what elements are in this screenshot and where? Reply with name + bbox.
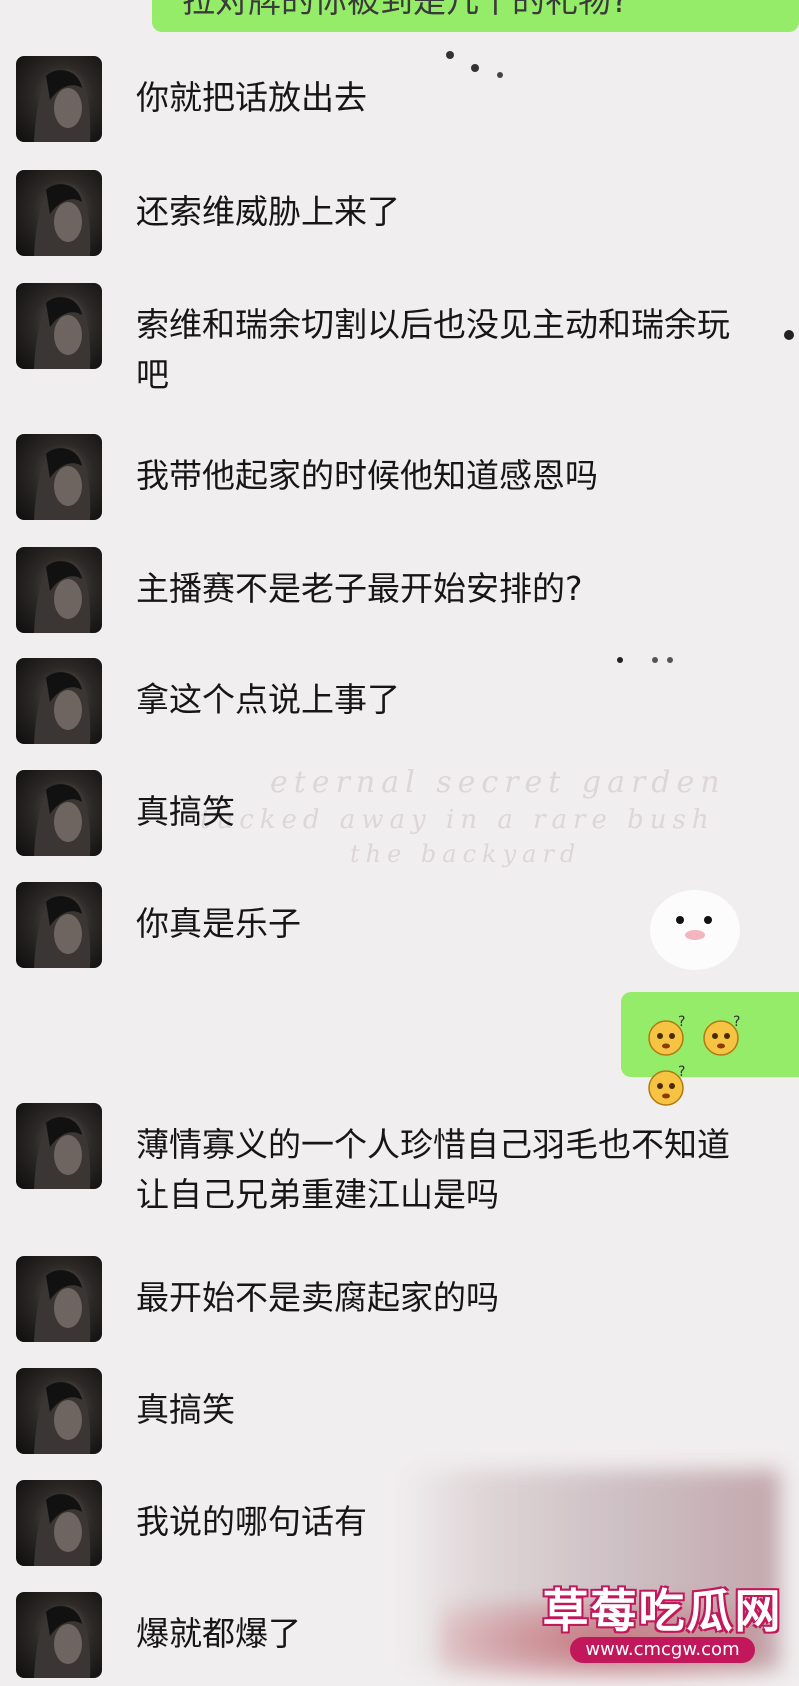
self-message-partial-text: 拉对牌的你被到是几千的礼物? <box>182 0 629 20</box>
avatar[interactable] <box>16 434 102 520</box>
confused-face-icon: ? <box>645 1062 691 1108</box>
self-message-bubble-partial: 拉对牌的你被到是几千的礼物? <box>152 0 799 32</box>
message-text: 你就把话放出去 <box>136 78 367 117</box>
message-text: 真搞笑 <box>136 1390 235 1429</box>
message-text: 索维和瑞余切割以后也没见主动和瑞余玩吧 <box>136 305 730 394</box>
avatar[interactable] <box>16 1103 102 1189</box>
avatar[interactable] <box>16 1368 102 1454</box>
watermark-title: 草莓吃瓜网 <box>542 1584 783 1638</box>
avatar[interactable] <box>16 882 102 968</box>
confused-face-icon: ? <box>645 1012 691 1058</box>
avatar-portrait-icon <box>34 1269 91 1342</box>
confused-face-icon: ? <box>700 1012 746 1058</box>
avatar-portrait-icon <box>34 296 91 369</box>
avatar-portrait-icon <box>34 1605 91 1678</box>
avatar[interactable] <box>16 1592 102 1678</box>
site-watermark: 草莓吃瓜网 www.cmcgw.com <box>540 1575 785 1680</box>
decorative-dots-2-icon <box>617 657 673 663</box>
avatar[interactable] <box>16 1256 102 1342</box>
avatar[interactable] <box>16 56 102 142</box>
decorative-dot-icon <box>784 330 794 340</box>
message-text: 薄情寡义的一个人珍惜自己羽毛也不知道让自己兄弟重建江山是吗 <box>136 1125 730 1214</box>
message-text: 真搞笑 <box>136 792 235 831</box>
message-text: 最开始不是卖腐起家的吗 <box>136 1278 499 1317</box>
avatar-portrait-icon <box>34 560 91 633</box>
svg-text:?: ? <box>678 1064 685 1080</box>
message-text: 你真是乐子 <box>136 904 301 943</box>
background-script-line-3: the backyard <box>350 840 582 868</box>
avatar[interactable] <box>16 170 102 256</box>
avatar[interactable] <box>16 283 102 369</box>
message-text: 还索维威胁上来了 <box>136 192 400 231</box>
message-text: 主播赛不是老子最开始安排的? <box>136 569 583 608</box>
avatar-portrait-icon <box>34 1493 91 1566</box>
self-message-bubble[interactable]: ? ? ? <box>621 992 799 1106</box>
avatar[interactable] <box>16 658 102 744</box>
message-text: 我带他起家的时候他知道感恩吗 <box>136 456 598 495</box>
avatar-portrait-icon <box>34 183 91 256</box>
avatar-portrait-icon <box>34 447 91 520</box>
avatar[interactable] <box>16 770 102 856</box>
avatar[interactable] <box>16 1480 102 1566</box>
avatar-portrait-icon <box>34 1116 91 1189</box>
avatar[interactable] <box>16 547 102 633</box>
avatar-portrait-icon <box>34 69 91 142</box>
svg-text:?: ? <box>733 1014 740 1030</box>
avatar-portrait-icon <box>34 895 91 968</box>
avatar-portrait-icon <box>34 671 91 744</box>
watermark-url: www.cmcgw.com <box>570 1637 755 1663</box>
svg-text:?: ? <box>678 1014 685 1030</box>
avatar-portrait-icon <box>34 783 91 856</box>
avatar-portrait-icon <box>34 1381 91 1454</box>
message-text: 拿这个点说上事了 <box>136 680 400 719</box>
